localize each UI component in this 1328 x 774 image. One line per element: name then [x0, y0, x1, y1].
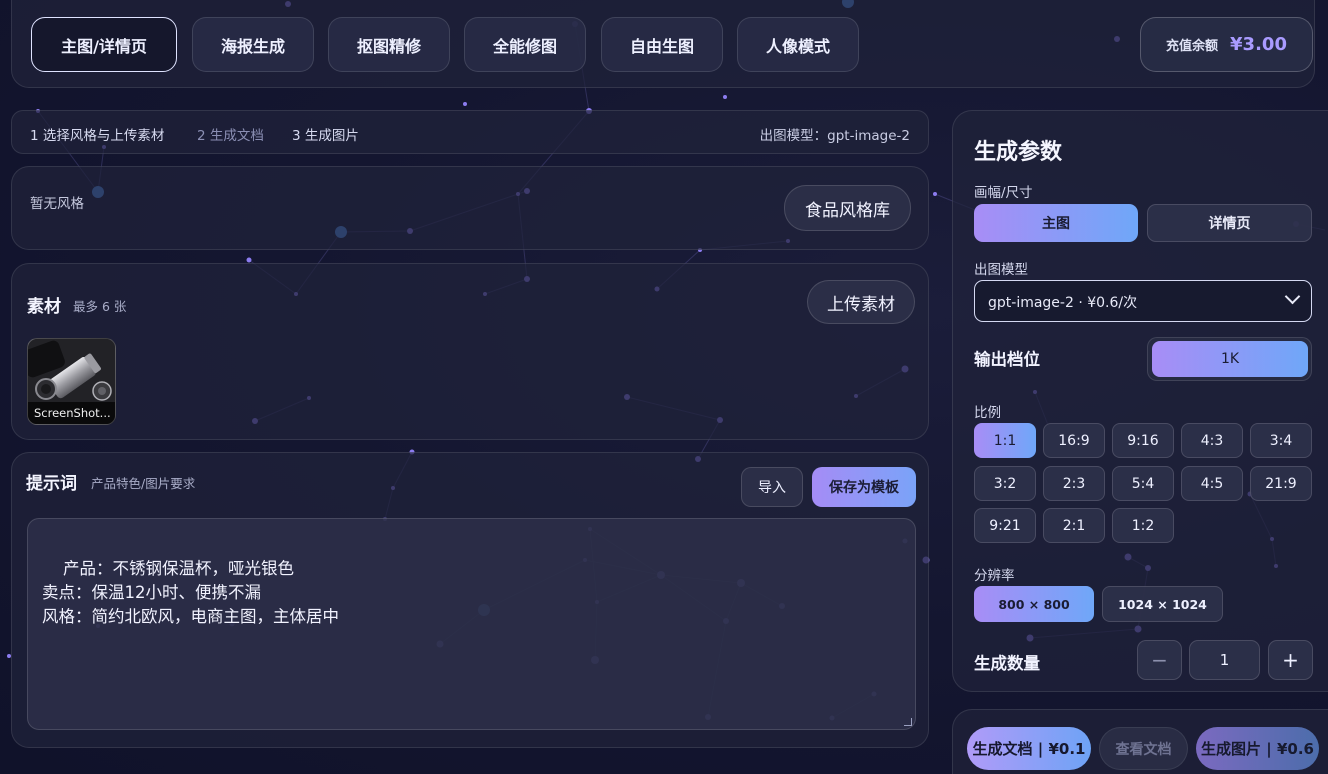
action-bar: 生成文档 | ¥0.1 查看文档 生成图片 | ¥0.6 [952, 709, 1328, 774]
generate-image-button[interactable]: 生成图片 | ¥0.6 [1196, 727, 1319, 770]
style-section: 暂无风格 食品风格库 [11, 166, 929, 250]
resolution-1024-option[interactable]: 1024 × 1024 [1102, 586, 1223, 622]
output-model-info: 出图模型：gpt-image-2 [759, 128, 910, 144]
ratio-option[interactable]: 16:9 [1043, 423, 1105, 458]
food-style-library-button[interactable]: 食品风格库 [784, 185, 911, 231]
prompt-title: 提示词 [26, 474, 77, 494]
prompt-textarea[interactable]: 产品：不锈钢保温杯，哑光银色 卖点：保温12小时、便携不漏 风格：简约北欧风，电… [27, 518, 916, 730]
ratio-option[interactable]: 1:1 [974, 423, 1036, 458]
upload-material-button[interactable]: 上传素材 [807, 280, 915, 324]
prompt-text: 产品：不锈钢保温杯，哑光银色 卖点：保温12小时、便携不漏 风格：简约北欧风，电… [42, 559, 339, 626]
output-tier-group: 1K [1147, 337, 1312, 381]
model-select[interactable]: gpt-image-2 · ¥0.6/次 [974, 280, 1312, 322]
material-thumbnail-caption: ScreenShot... [28, 402, 115, 424]
balance-label: 充值余额 [1166, 39, 1219, 54]
view-doc-button[interactable]: 查看文档 [1099, 727, 1188, 770]
ratio-option[interactable]: 4:5 [1181, 466, 1243, 501]
ratio-option[interactable]: 2:1 [1043, 508, 1105, 543]
tab-retouch[interactable]: 全能修图 [464, 17, 586, 72]
ratio-option[interactable]: 9:21 [974, 508, 1036, 543]
ratio-option[interactable]: 5:4 [1112, 466, 1174, 501]
ratio-option[interactable]: 3:4 [1250, 423, 1312, 458]
tab-cutout[interactable]: 抠图精修 [328, 17, 450, 72]
chevron-down-icon [1284, 288, 1301, 305]
output-tier-label: 输出档位 [974, 350, 1040, 369]
top-nav-bar: 主图/详情页 海报生成 抠图精修 全能修图 自由生图 人像模式 [11, 0, 1315, 88]
quantity-label: 生成数量 [974, 654, 1040, 673]
generation-params-panel: 生成参数 画幅/尺寸 主图 详情页 出图模型 gpt-image-2 · ¥0.… [952, 110, 1328, 692]
canvas-main-option[interactable]: 主图 [974, 204, 1138, 242]
ratio-option[interactable]: 21:9 [1250, 466, 1312, 501]
step-2[interactable]: 2 生成文档 [197, 124, 264, 144]
ratio-option[interactable]: 1:2 [1112, 508, 1174, 543]
ratio-label: 比例 [974, 405, 1001, 421]
material-section: 素材 最多 6 张 上传素材 ScreenShot... [11, 263, 929, 440]
ratio-option[interactable]: 9:16 [1112, 423, 1174, 458]
resize-handle-icon[interactable] [904, 718, 912, 726]
tab-main-detail[interactable]: 主图/详情页 [31, 17, 177, 72]
tab-free-gen[interactable]: 自由生图 [601, 17, 723, 72]
no-style-text: 暂无风格 [30, 196, 84, 212]
model-label: 出图模型 [974, 262, 1028, 278]
tab-portrait[interactable]: 人像模式 [737, 17, 859, 72]
ratio-option[interactable]: 3:2 [974, 466, 1036, 501]
step-3[interactable]: 3 生成图片 [292, 124, 359, 144]
material-thumbnail[interactable]: ScreenShot... [27, 338, 116, 425]
save-template-button[interactable]: 保存为模板 [812, 467, 916, 507]
material-title: 素材 [27, 297, 61, 317]
canvas-size-label: 画幅/尺寸 [974, 185, 1033, 201]
quantity-increase-button[interactable]: + [1268, 640, 1313, 680]
ratio-option[interactable]: 4:3 [1181, 423, 1243, 458]
generate-doc-button[interactable]: 生成文档 | ¥0.1 [967, 727, 1091, 770]
quantity-decrease-button[interactable]: − [1137, 640, 1182, 680]
step-1[interactable]: 1 选择风格与上传素材 [30, 124, 164, 144]
step-indicator: 1 选择风格与上传素材 2 生成文档 3 生成图片 出图模型：gpt-image… [11, 110, 929, 154]
resolution-800-option[interactable]: 800 × 800 [974, 586, 1094, 622]
prompt-section: 提示词 产品特色/图片要求 导入 保存为模板 产品：不锈钢保温杯，哑光银色 卖点… [11, 452, 929, 748]
balance-value: ¥3.00 [1230, 34, 1287, 55]
canvas-detail-option[interactable]: 详情页 [1147, 204, 1312, 242]
quantity-input[interactable]: 1 [1189, 640, 1260, 680]
model-selected-value: gpt-image-2 · ¥0.6/次 [988, 295, 1138, 311]
tier-1k-option[interactable]: 1K [1152, 341, 1308, 377]
import-button[interactable]: 导入 [741, 467, 803, 507]
resolution-label: 分辨率 [974, 568, 1015, 584]
material-limit-hint: 最多 6 张 [73, 299, 127, 314]
params-title: 生成参数 [974, 140, 1063, 165]
ratio-option[interactable]: 2:3 [1043, 466, 1105, 501]
tab-poster[interactable]: 海报生成 [192, 17, 314, 72]
prompt-hint: 产品特色/图片要求 [91, 476, 196, 491]
balance-button[interactable]: 充值余额 ¥3.00 [1140, 17, 1313, 72]
